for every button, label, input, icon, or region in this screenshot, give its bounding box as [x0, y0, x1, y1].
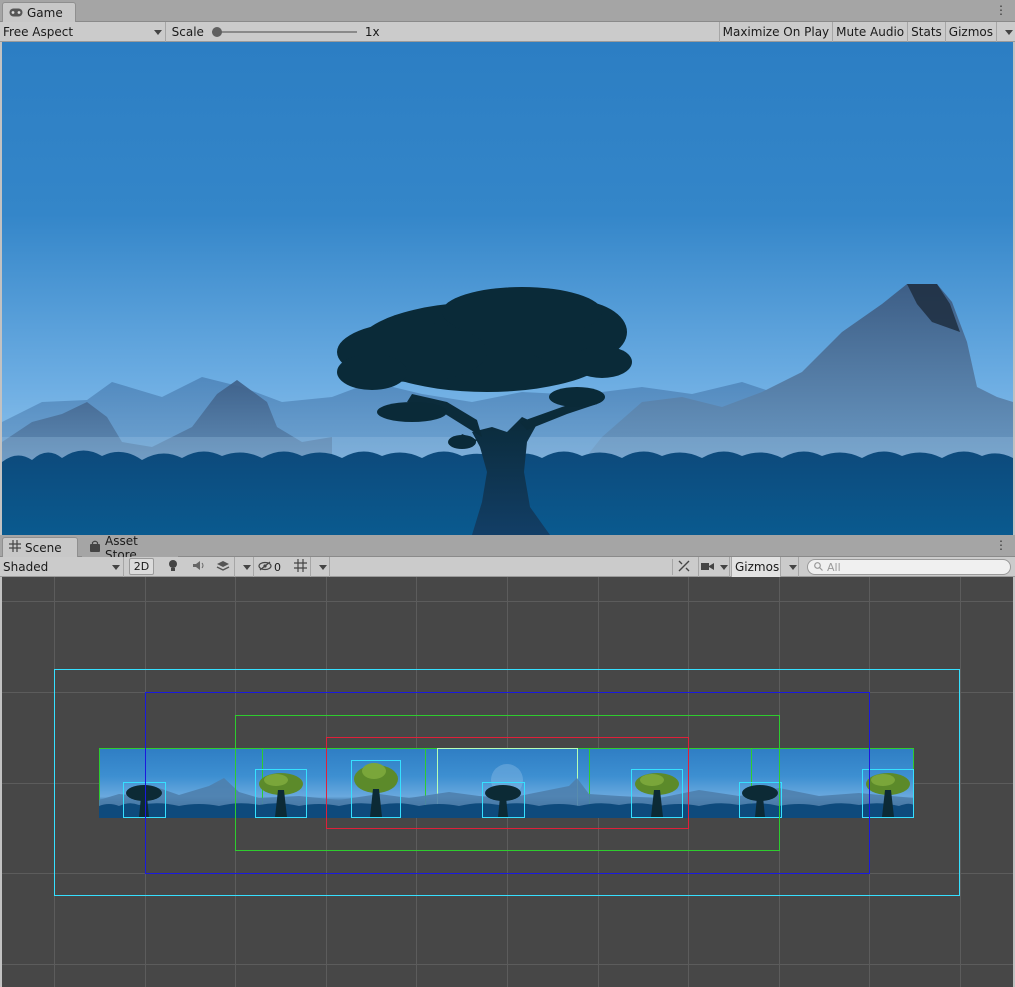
grid-icon	[9, 540, 21, 555]
grid-snap-icon	[293, 559, 307, 575]
speaker-icon	[192, 560, 206, 574]
tab-scene-label: Scene	[25, 540, 62, 555]
mute-audio-button[interactable]: Mute Audio	[833, 22, 909, 42]
grid-line	[2, 601, 1013, 602]
mute-audio-label: Mute Audio	[836, 25, 905, 39]
tab-asset-store[interactable]: Asset Store	[82, 534, 178, 562]
scale-slider[interactable]	[211, 26, 357, 38]
game-view-scene	[2, 42, 1013, 535]
maximize-on-play-label: Maximize On Play	[722, 25, 830, 39]
search-icon	[814, 561, 823, 574]
camera-icon	[701, 560, 714, 574]
aspect-dropdown-label: Free Aspect	[3, 25, 74, 39]
game-view[interactable]	[2, 42, 1013, 535]
game-gizmos-dropdown[interactable]	[997, 22, 1015, 42]
shading-mode-dropdown[interactable]: Shaded	[0, 557, 124, 577]
scale-label: Scale	[171, 25, 204, 39]
mode-2d-toggle[interactable]: 2D	[129, 558, 154, 575]
hidden-eye-icon	[258, 560, 272, 574]
stats-button[interactable]: Stats	[908, 22, 946, 42]
grid-snap-toggle[interactable]	[290, 559, 310, 575]
lightbulb-icon	[168, 559, 178, 575]
aspect-dropdown[interactable]: Free Aspect	[0, 22, 166, 42]
effects-dropdown[interactable]	[234, 557, 254, 577]
scene-kebab-menu-icon[interactable]: ⋮	[995, 539, 1007, 551]
bag-icon	[89, 540, 101, 555]
layers-icon	[216, 560, 230, 575]
game-gizmos-button[interactable]: Gizmos	[946, 22, 997, 42]
gamepad-icon	[9, 6, 23, 20]
grid-line	[2, 964, 1013, 965]
scene-search-field[interactable]: All	[807, 559, 1011, 575]
scale-control: Scale 1x	[166, 22, 719, 42]
scene-view[interactable]	[2, 577, 1013, 987]
game-gizmos-label: Gizmos	[948, 25, 993, 39]
scene-toolbar: Shaded 2D 0 Gizmos All	[0, 557, 1015, 577]
scale-slider-track	[211, 31, 357, 33]
kebab-menu-icon[interactable]: ⋮	[995, 4, 1007, 16]
scene-tab-bar: Scene Asset Store ⋮	[0, 534, 1015, 562]
camera-dropdown[interactable]	[698, 557, 730, 577]
scale-value: 1x	[364, 25, 380, 39]
lighting-toggle[interactable]	[162, 559, 184, 575]
audio-toggle[interactable]	[188, 559, 210, 575]
tools-icon	[678, 560, 690, 575]
scene-gizmos-button[interactable]: Gizmos	[731, 557, 781, 577]
game-tab-bar: Game ⋮	[0, 0, 1015, 22]
scene-gizmos-label: Gizmos	[735, 560, 780, 574]
mode-2d-label: 2D	[133, 560, 150, 573]
hidden-count: 0	[274, 560, 281, 574]
scene-visibility-toggle[interactable]: 0	[258, 559, 286, 575]
tab-scene[interactable]: Scene	[2, 537, 78, 557]
stats-label: Stats	[911, 25, 942, 39]
tab-game-label: Game	[27, 5, 63, 20]
tab-game[interactable]: Game	[2, 2, 76, 22]
red-bounds-gizmo	[326, 737, 689, 829]
grid-line	[960, 577, 961, 987]
tools-toggle[interactable]	[672, 559, 694, 575]
scale-slider-thumb[interactable]	[211, 27, 222, 37]
search-placeholder: All	[827, 560, 841, 574]
scene-gizmos-dropdown[interactable]	[781, 557, 799, 577]
grid-snap-dropdown[interactable]	[310, 557, 330, 577]
maximize-on-play-button[interactable]: Maximize On Play	[718, 22, 834, 42]
shading-mode-label: Shaded	[3, 560, 49, 574]
game-toolbar: Free Aspect Scale 1x Maximize On Play Mu…	[0, 22, 1015, 42]
effects-toggle[interactable]	[212, 559, 234, 575]
